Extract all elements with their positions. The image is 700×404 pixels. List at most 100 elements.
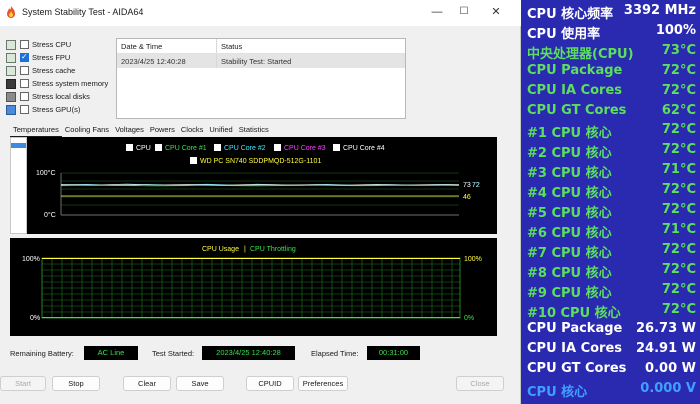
- stress-disks-checkbox[interactable]: [20, 92, 29, 101]
- sensor-value: 72°C: [661, 261, 696, 277]
- sensor-value: 72°C: [661, 182, 696, 198]
- legend-checkbox-core2[interactable]: [214, 144, 221, 151]
- stress-fpu-label: Stress FPU: [32, 53, 71, 62]
- stress-cache-checkbox[interactable]: [20, 66, 29, 75]
- sensor-label: 中央处理器(CPU): [527, 46, 634, 62]
- start-button[interactable]: Start: [0, 376, 46, 391]
- stress-cpu-checkbox[interactable]: [20, 40, 29, 49]
- usage-y-bottom-right: 0%: [464, 315, 474, 322]
- tab-strip: Temperatures Cooling Fans Voltages Power…: [10, 124, 272, 137]
- stress-cache-label: Stress cache: [32, 66, 76, 75]
- test-started-value: 2023/4/25 12:40:28: [202, 346, 295, 360]
- sensor-row: #7 CPU 核心 72°C: [521, 240, 700, 261]
- legend-core4: CPU Core #4: [343, 145, 385, 152]
- stress-cpu-option[interactable]: Stress CPU: [6, 38, 71, 51]
- sensor-row: #1 CPU 核心 72°C: [521, 120, 700, 142]
- stress-fpu-checkbox[interactable]: [20, 52, 29, 62]
- table-row[interactable]: 2023/4/25 12:40:28 Stability Test: Start…: [117, 54, 405, 68]
- battery-value: AC Line: [84, 346, 138, 360]
- clear-button[interactable]: Clear: [123, 376, 171, 391]
- elapsed-time-label: Elapsed Time:: [311, 349, 359, 358]
- sensor-row: CPU IA Cores 72°C: [521, 81, 700, 101]
- sensor-label: #1 CPU 核心: [527, 126, 612, 142]
- sensor-label: CPU Package: [527, 321, 623, 337]
- sensor-label: CPU Package: [527, 62, 623, 78]
- sensor-row: #9 CPU 核心 72°C: [521, 280, 700, 301]
- sensor-value: 24.91 W: [636, 341, 696, 357]
- sensor-row: #10 CPU 核心 72°C: [521, 300, 700, 321]
- close-icon[interactable]: ✕: [487, 4, 505, 20]
- sensor-value: 72°C: [661, 142, 696, 158]
- maximize-icon[interactable]: ☐: [455, 4, 473, 20]
- sensor-label: #8 CPU 核心: [527, 265, 612, 281]
- tab-powers[interactable]: Powers: [147, 124, 178, 137]
- legend-checkbox-core3[interactable]: [274, 144, 281, 151]
- sensor-row: 中央处理器(CPU) 73°C: [521, 41, 700, 62]
- stress-gpu-option[interactable]: Stress GPU(s): [6, 103, 80, 116]
- log-cell-status: Stability Test: Started: [221, 57, 292, 66]
- temp-value-label-ssd: 46: [463, 194, 471, 201]
- stress-memory-checkbox[interactable]: [20, 79, 29, 88]
- sensor-row: CPU GT Cores 0.00 W: [521, 359, 700, 379]
- tab-statistics[interactable]: Statistics: [236, 124, 272, 137]
- temperature-grid: [61, 172, 459, 216]
- sensor-list-strip[interactable]: [10, 137, 27, 234]
- tab-voltages[interactable]: Voltages: [112, 124, 147, 137]
- status-bar: Remaining Battery: AC Line Test Started:…: [0, 343, 521, 363]
- legend-checkbox-core4[interactable]: [333, 144, 340, 151]
- legend-checkbox-cpu[interactable]: [126, 144, 133, 151]
- stress-disks-option[interactable]: Stress local disks: [6, 90, 90, 103]
- stop-button[interactable]: Stop: [52, 376, 100, 391]
- minimize-icon[interactable]: —: [428, 4, 446, 20]
- log-header-row: Date & Time Status: [117, 39, 405, 54]
- sensor-value: 73°C: [661, 42, 696, 58]
- core-temperature-line-green: [60, 185, 460, 187]
- sensor-row: CPU 核心频率 3392 MHz: [521, 1, 700, 22]
- stress-cache-option[interactable]: Stress cache: [6, 64, 75, 77]
- sensor-label: CPU 核心频率: [527, 7, 614, 22]
- temperature-y-bottom-label: 0°C: [44, 211, 56, 219]
- sensor-row: #4 CPU 核心 72°C: [521, 180, 700, 201]
- window-title: System Stability Test - AIDA64: [22, 7, 144, 17]
- sensor-row: #2 CPU 核心 72°C: [521, 140, 700, 161]
- cpuid-button[interactable]: CPUID: [246, 376, 294, 391]
- stress-fpu-option[interactable]: Stress FPU: [6, 51, 70, 64]
- sensor-value: 72°C: [661, 241, 696, 257]
- legend-checkbox-ssd[interactable]: [190, 157, 197, 164]
- sensor-label: #10 CPU 核心: [527, 305, 621, 321]
- save-button[interactable]: Save: [176, 376, 224, 391]
- selected-sensor-marker[interactable]: [11, 143, 26, 148]
- sensor-row: #6 CPU 核心 71°C: [521, 220, 700, 241]
- tab-temperatures[interactable]: Temperatures: [10, 124, 62, 137]
- battery-label: Remaining Battery:: [10, 349, 74, 358]
- flame-icon: [7, 6, 15, 18]
- sensor-label: CPU GT Cores: [527, 361, 627, 377]
- title-bar[interactable]: System Stability Test - AIDA64 — ☐ ✕: [0, 0, 521, 26]
- stress-gpu-checkbox[interactable]: [20, 105, 29, 114]
- log-header-status[interactable]: Status: [217, 39, 246, 53]
- cpu-usage-chart: CPU Usage | CPU Throttling 100% 0% 100% …: [10, 238, 497, 336]
- temperature-y-top-label: 100°C: [36, 169, 56, 177]
- tab-cooling-fans[interactable]: Cooling Fans: [62, 124, 112, 137]
- legend-checkbox-core1[interactable]: [155, 144, 162, 151]
- sensor-row: CPU Package 72°C: [521, 61, 700, 81]
- stress-cpu-label: Stress CPU: [32, 40, 72, 49]
- sensor-value: 26.73 W: [636, 321, 696, 337]
- sensor-value: 0.00 W: [645, 361, 696, 377]
- legend-core2: CPU Core #2: [224, 145, 266, 152]
- preferences-button[interactable]: Preferences: [298, 376, 348, 391]
- sensor-label: CPU GT Cores: [527, 102, 627, 118]
- usage-title-separator: |: [244, 246, 246, 253]
- sensor-value: 0.000 V: [640, 381, 696, 397]
- tab-clocks[interactable]: Clocks: [178, 124, 207, 137]
- stress-memory-option[interactable]: Stress system memory: [6, 77, 108, 90]
- legend-core3: CPU Core #3: [284, 145, 326, 152]
- log-header-datetime[interactable]: Date & Time: [117, 39, 217, 53]
- stress-gpu-label: Stress GPU(s): [32, 105, 81, 114]
- close-button[interactable]: Close: [456, 376, 504, 391]
- tab-unified[interactable]: Unified: [206, 124, 235, 137]
- log-table[interactable]: Date & Time Status 2023/4/25 12:40:28 St…: [116, 38, 406, 119]
- usage-title-cpu-throttling: CPU Throttling: [250, 246, 296, 253]
- usage-grid: [42, 258, 460, 318]
- sensor-row: CPU 使用率 100%: [521, 21, 700, 42]
